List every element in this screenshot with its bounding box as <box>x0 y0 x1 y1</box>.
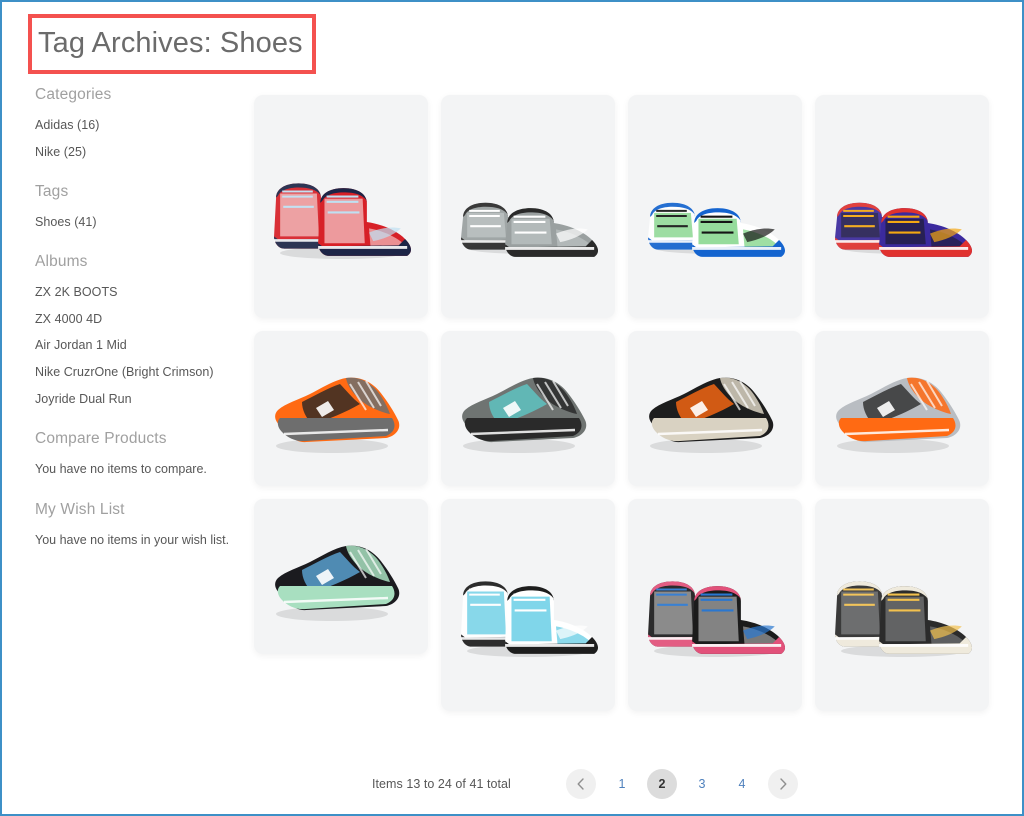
product-image <box>628 152 802 262</box>
sidebar-heading: My Wish List <box>35 500 125 518</box>
product-grid-column <box>628 95 802 711</box>
pagination-next-button[interactable] <box>768 769 798 799</box>
sidebar-heading: Tags <box>35 182 69 200</box>
sidebar-block-compare-products: Compare Products You have no items to com… <box>35 430 232 479</box>
sidebar-heading: Albums <box>35 252 88 270</box>
product-card[interactable] <box>815 95 989 318</box>
sidebar-block-albums: Albums ZX 2K BOOTS ZX 4000 4D Air Jordan 1 … <box>35 253 232 408</box>
product-card[interactable] <box>254 499 428 654</box>
item-count-label: Items 13 to 24 of 41 total <box>372 777 511 791</box>
sidebar-block-tags: Tags Shoes (41) <box>35 183 232 231</box>
product-card[interactable] <box>628 499 802 711</box>
product-grid <box>254 95 996 711</box>
product-card[interactable] <box>815 331 989 486</box>
product-image <box>628 545 802 665</box>
product-image <box>815 152 989 262</box>
product-card[interactable] <box>441 499 615 711</box>
product-image <box>254 354 428 464</box>
sidebar-link[interactable]: Shoes (41) <box>35 214 232 231</box>
product-grid-column <box>441 95 615 711</box>
product-card[interactable] <box>815 499 989 711</box>
product-image <box>254 522 428 632</box>
product-image <box>815 545 989 665</box>
sidebar-link[interactable]: Nike CruzrOne (Bright Crimson) <box>35 364 232 381</box>
page-title: Tag Archives: Shoes <box>38 27 303 60</box>
product-card[interactable] <box>254 331 428 486</box>
pagination-page-link[interactable]: 3 <box>687 769 717 799</box>
pagination: 1234 <box>560 769 996 799</box>
sidebar-link[interactable]: Joyride Dual Run <box>35 391 232 408</box>
bottom-toolbar: Items 13 to 24 of 41 total 1234 <box>254 764 996 804</box>
sidebar-link[interactable]: Air Jordan 1 Mid <box>35 337 232 354</box>
sidebar-block-categories: Categories Adidas (16) Nike (25) <box>35 86 232 161</box>
product-image <box>441 545 615 665</box>
sidebar-heading: Compare Products <box>35 430 167 447</box>
product-grid-column <box>254 95 428 654</box>
sidebar-link[interactable]: ZX 2K BOOTS <box>35 284 232 301</box>
sidebar-link[interactable]: Nike (25) <box>35 144 232 161</box>
sidebar-link[interactable]: Adidas (16) <box>35 117 232 134</box>
sidebar-empty-message: You have no items in your wish list. <box>35 532 230 547</box>
browser-page-frame: Tag Archives: Shoes Categories Adidas (16… <box>0 0 1024 816</box>
sidebar-empty-message: You have no items to compare. <box>35 462 207 476</box>
product-image <box>441 354 615 464</box>
product-image <box>628 354 802 464</box>
pagination-page-link[interactable]: 1 <box>607 769 637 799</box>
product-image <box>254 147 428 267</box>
sidebar-link[interactable]: ZX 4000 4D <box>35 311 232 328</box>
product-card[interactable] <box>441 331 615 486</box>
sidebar-heading: Categories <box>35 86 112 103</box>
sidebar: Categories Adidas (16) Nike (25) Tags Shoes … <box>2 86 242 559</box>
pagination-page-link[interactable]: 4 <box>727 769 757 799</box>
sidebar-block-my-wish-list: My Wish List You have no items in your wi… <box>35 501 232 550</box>
product-card[interactable] <box>628 95 802 318</box>
pagination-page-current: 2 <box>647 769 677 799</box>
product-card[interactable] <box>628 331 802 486</box>
product-image <box>815 354 989 464</box>
pagination-previous-button[interactable] <box>566 769 596 799</box>
product-card[interactable] <box>254 95 428 318</box>
product-card[interactable] <box>441 95 615 318</box>
product-image <box>441 152 615 262</box>
product-grid-column <box>815 95 989 711</box>
page-title-highlight-box: Tag Archives: Shoes <box>28 14 316 74</box>
